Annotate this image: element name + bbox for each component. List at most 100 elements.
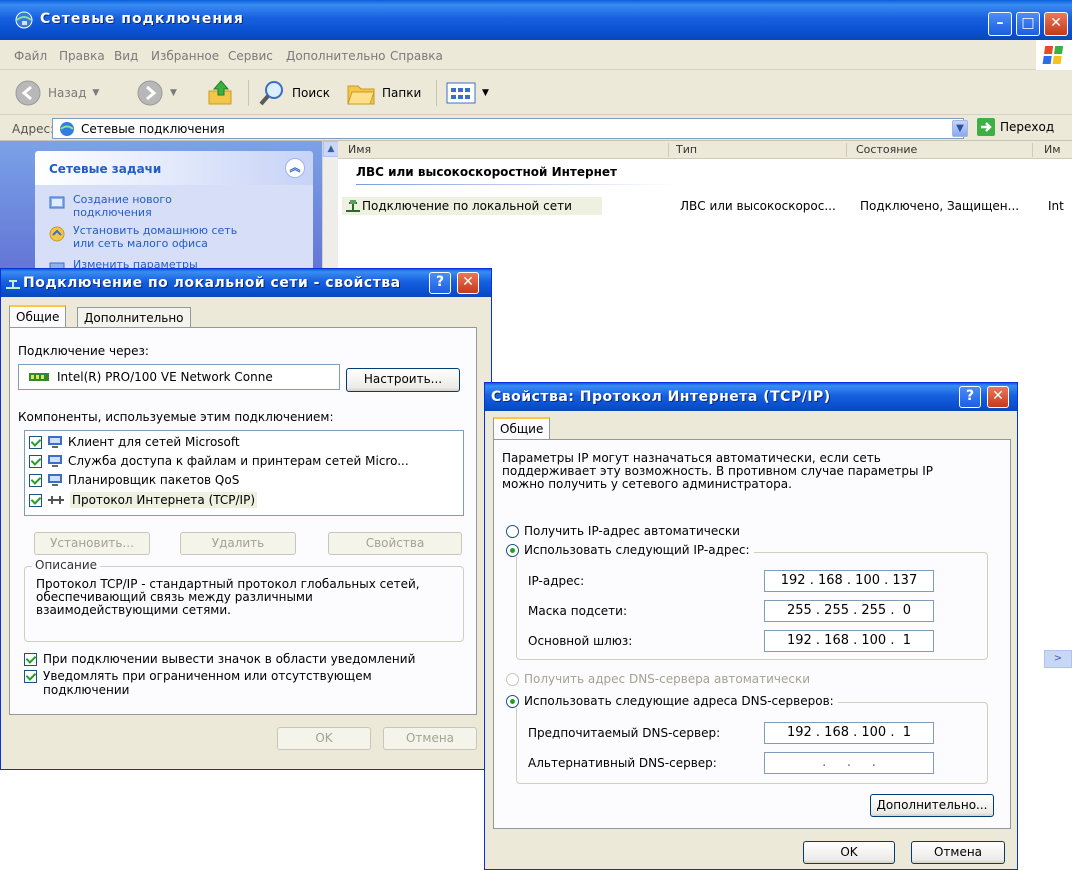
manual-dns-option[interactable]: Использовать следующие адреса DNS-сервер… — [506, 694, 838, 708]
auto-ip-option[interactable]: Получить IP-адрес автоматически — [506, 524, 740, 538]
component-item[interactable]: Клиент для сетей Microsoft — [29, 435, 240, 449]
component-checkbox[interactable] — [29, 493, 42, 507]
auto-ip-radio[interactable] — [506, 524, 519, 538]
connection-name: Подключение по локальной сети — [362, 199, 572, 213]
components-list[interactable]: Клиент для сетей Microsoft Служба доступ… — [24, 430, 464, 516]
tcpip-general-panel: Параметры IP могут назначаться автоматич… — [493, 439, 1011, 829]
address-input[interactable]: Сетевые подключения — [52, 118, 964, 139]
properties-button[interactable]: Свойства — [328, 532, 462, 555]
up-folder-button[interactable] — [206, 78, 236, 108]
collapse-chevron-icon[interactable]: ︽ — [285, 158, 305, 178]
component-checkbox[interactable] — [29, 454, 42, 468]
forward-button[interactable]: ▼ — [136, 78, 177, 108]
alternate-dns-input[interactable]: . . . — [764, 752, 934, 774]
tab-general[interactable]: Общие — [9, 305, 67, 327]
lan-dialog-title: Подключение по локальной сети - свойства — [23, 275, 401, 291]
explorer-title-bar[interactable]: Сетевые подключения – □ ✕ — [0, 0, 1072, 40]
adapter-field: Intel(R) PRO/100 VE Network Conne — [18, 364, 340, 390]
menu-help[interactable]: Справка — [390, 49, 443, 63]
back-arrow-icon — [15, 80, 41, 106]
lan-close-button[interactable]: ✕ — [457, 272, 479, 294]
manual-ip-radio[interactable] — [506, 543, 519, 557]
minimize-button[interactable]: – — [988, 12, 1012, 36]
folders-icon — [347, 85, 375, 105]
task-create-connection[interactable]: Создание нового подключения — [49, 193, 249, 219]
subnet-mask-input[interactable]: 255 . 255 . 255 . 0 — [764, 600, 934, 622]
tab-advanced[interactable]: Дополнительно — [77, 307, 191, 327]
scroll-up-icon[interactable]: ▲ — [323, 141, 339, 157]
component-item[interactable]: Служба доступа к файлам и принтерам сете… — [29, 454, 409, 468]
menu-bar: Файл Правка Вид Избранное Сервис Дополни… — [0, 40, 1072, 70]
connection-row[interactable]: Подключение по локальной сети ЛВС или вы… — [338, 197, 1072, 215]
network-tasks-header[interactable]: Сетевые задачи ︽ — [35, 151, 313, 185]
back-button[interactable]: Назад ▼ — [14, 78, 99, 108]
manual-dns-radio[interactable] — [506, 694, 519, 708]
tcpip-properties-dialog: Свойства: Протокол Интернета (TCP/IP) ? … — [484, 382, 1018, 870]
column-device[interactable]: Им — [1044, 143, 1061, 156]
lan-cancel-button[interactable]: Отмена — [383, 727, 477, 750]
component-checkbox[interactable] — [29, 473, 42, 487]
menu-tools[interactable]: Сервис — [228, 49, 273, 63]
go-button[interactable]: Переход — [977, 118, 1054, 136]
auto-dns-radio[interactable] — [506, 672, 519, 686]
forward-arrow-icon — [137, 80, 163, 106]
column-name[interactable]: Имя — [348, 143, 371, 156]
network-adapter-icon — [29, 373, 49, 381]
install-button[interactable]: Установить... — [34, 532, 150, 555]
close-button[interactable]: ✕ — [1044, 12, 1068, 36]
menu-edit[interactable]: Правка — [59, 49, 105, 63]
lan-general-panel: Подключение через: Intel(R) PRO/100 VE N… — [9, 327, 477, 715]
home-network-icon — [49, 226, 65, 242]
network-connections-icon — [15, 11, 33, 29]
scroll-right-icon[interactable]: > — [1044, 650, 1072, 668]
preferred-dns-input[interactable]: 192 . 168 . 100 . 1 — [764, 722, 934, 744]
notify-checkbox[interactable] — [24, 670, 37, 683]
ip-address-input[interactable]: 192 . 168 . 100 . 137 — [764, 570, 934, 592]
ip-address-label: IP-адрес: — [528, 574, 585, 588]
tcpip-help-button[interactable]: ? — [959, 386, 981, 408]
task-home-network[interactable]: Установить домашнюю сеть или сеть малого… — [49, 224, 249, 250]
configure-button[interactable]: Настроить... — [346, 368, 460, 392]
gateway-input[interactable]: 192 . 168 . 100 . 1 — [764, 630, 934, 652]
tab-general[interactable]: Общие — [493, 417, 551, 439]
advanced-button[interactable]: Дополнительно... — [870, 794, 994, 817]
menu-view[interactable]: Вид — [114, 49, 138, 63]
show-icon-option[interactable]: При подключении вывести значок в области… — [24, 652, 415, 666]
views-dropdown-icon: ▼ — [482, 88, 489, 98]
network-connections-icon — [60, 121, 74, 136]
folders-button[interactable]: Папки — [346, 78, 421, 108]
lan-connection-icon — [344, 199, 362, 218]
components-label: Компоненты, используемые этим подключени… — [18, 410, 334, 424]
maximize-button[interactable]: □ — [1016, 12, 1040, 36]
menu-favorites[interactable]: Избранное — [151, 49, 219, 63]
column-type[interactable]: Тип — [676, 143, 697, 156]
lan-dialog-title-bar[interactable]: Подключение по локальной сети - свойства… — [1, 269, 491, 297]
column-status[interactable]: Состояние — [856, 143, 917, 156]
notify-option[interactable]: Уведомлять при ограниченном или отсутств… — [24, 669, 423, 697]
network-tasks-title: Сетевые задачи — [49, 162, 162, 176]
views-button[interactable]: ▼ — [446, 78, 489, 108]
tcpip-ok-button[interactable]: OK — [803, 841, 895, 864]
manual-ip-option[interactable]: Использовать следующий IP-адрес: — [506, 543, 754, 557]
component-item-selected[interactable]: Протокол Интернета (TCP/IP) — [29, 492, 258, 508]
search-button[interactable]: Поиск — [258, 78, 330, 108]
connect-via-label: Подключение через: — [18, 344, 149, 358]
tcpip-close-button[interactable]: ✕ — [987, 386, 1009, 408]
component-item[interactable]: Планировщик пакетов QoS — [29, 473, 239, 487]
list-header: Имя Тип Состояние Им — [338, 141, 1072, 159]
explorer-title: Сетевые подключения — [40, 11, 244, 27]
component-checkbox[interactable] — [29, 435, 42, 449]
tcpip-dialog-title-bar[interactable]: Свойства: Протокол Интернета (TCP/IP) ? … — [485, 383, 1017, 411]
search-icon — [259, 81, 283, 106]
toolbar: Назад ▼ ▼ Поиск Папки ▼ — [0, 70, 1072, 115]
lan-help-button[interactable]: ? — [429, 272, 451, 294]
show-icon-checkbox[interactable] — [24, 652, 37, 666]
remove-button[interactable]: Удалить — [180, 532, 296, 555]
lan-connection-icon — [5, 276, 21, 296]
tcpip-cancel-button[interactable]: Отмена — [911, 841, 1005, 864]
lan-ok-button[interactable]: OK — [277, 727, 371, 750]
auto-dns-option[interactable]: Получить адрес DNS-сервера автоматически — [506, 672, 810, 686]
menu-advanced[interactable]: Дополнительно — [286, 49, 386, 63]
menu-file[interactable]: Файл — [14, 49, 47, 63]
address-dropdown-icon[interactable]: ▼ — [952, 120, 968, 137]
